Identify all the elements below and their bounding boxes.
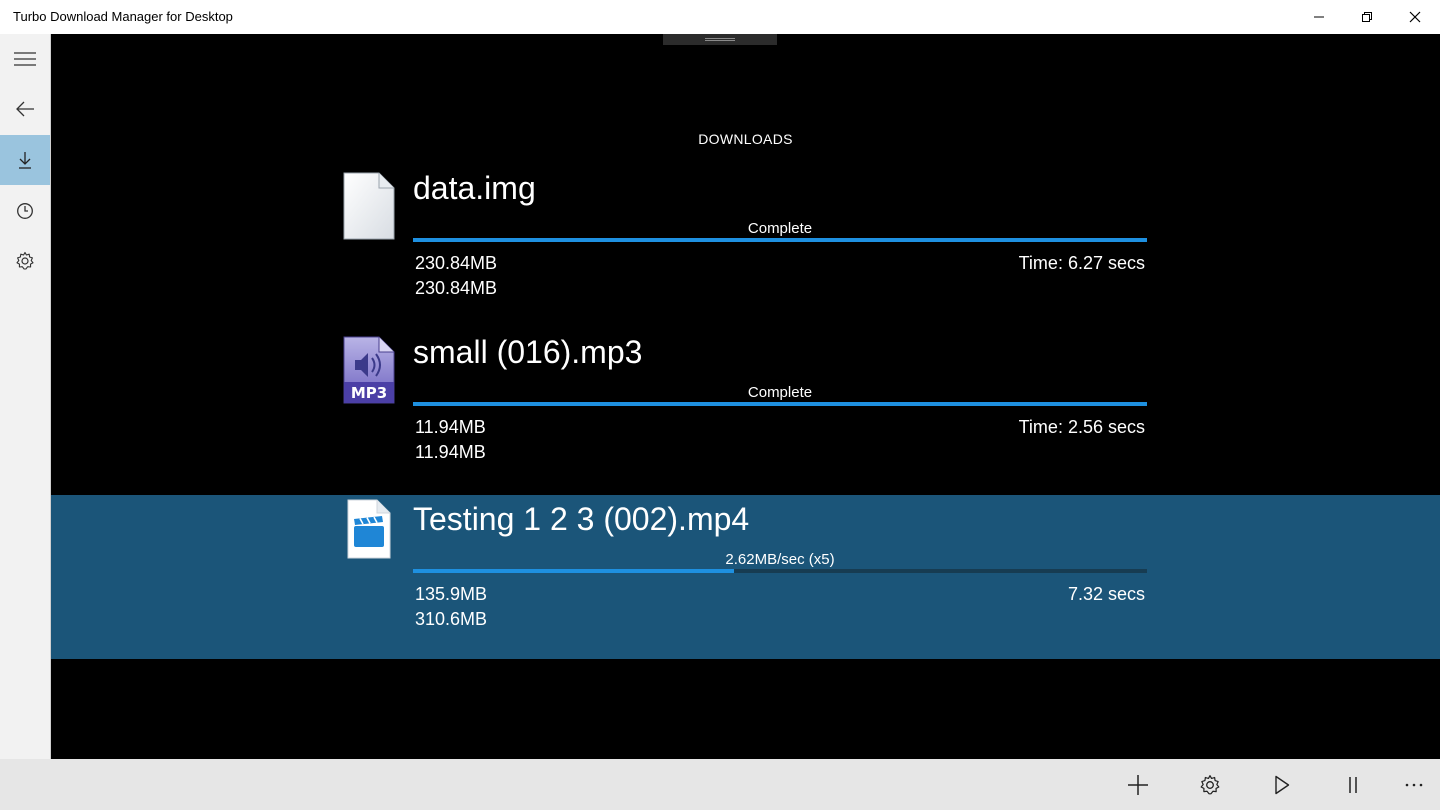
restore-icon <box>1362 12 1372 22</box>
hamburger-menu-icon <box>14 52 36 66</box>
add-icon <box>1128 775 1148 795</box>
download-status: Complete <box>747 220 813 237</box>
gear-icon <box>1200 775 1220 795</box>
title-bar: Turbo Download Manager for Desktop <box>0 0 1440 34</box>
mp3-icon-label: MP3 <box>351 384 387 402</box>
elapsed-time: Time: 6.27 secs <box>1018 253 1145 273</box>
grip-line <box>705 38 735 39</box>
gear-icon <box>16 251 34 270</box>
elapsed-time: Time: 2.56 secs <box>1018 417 1145 437</box>
hamburger-menu-button[interactable] <box>0 34 50 84</box>
download-status: 2.62MB/sec (x5) <box>725 551 835 568</box>
grip-line <box>705 40 735 41</box>
minimize-icon <box>1314 16 1324 18</box>
file-name: small (016).mp3 <box>413 334 643 370</box>
pause-icon <box>1349 777 1357 793</box>
downloaded-size: 135.9MB <box>415 584 488 604</box>
drag-handle[interactable] <box>663 34 777 45</box>
back-arrow-icon <box>16 101 34 117</box>
downloaded-size: 230.84MB <box>415 253 498 273</box>
add-download-button[interactable] <box>1118 765 1158 805</box>
progress-bar <box>413 402 1147 406</box>
progress-fill <box>413 402 1147 406</box>
more-icon <box>1405 783 1423 787</box>
file-name: Testing 1 2 3 (002).mp4 <box>413 501 750 537</box>
nav-downloads[interactable] <box>0 135 50 185</box>
progress-bar <box>413 569 1147 573</box>
play-icon <box>1275 775 1290 795</box>
total-size: 310.6MB <box>415 609 488 629</box>
close-button[interactable] <box>1392 0 1438 34</box>
pause-button[interactable] <box>1333 765 1373 805</box>
progress-fill <box>413 569 735 573</box>
file-name: data.img <box>413 170 536 206</box>
total-size: 11.94MB <box>415 442 486 462</box>
mp3-file-icon: MP3 <box>343 336 395 404</box>
download-status: Complete <box>747 384 813 401</box>
command-bar <box>0 759 1440 810</box>
minimize-button[interactable] <box>1296 0 1342 34</box>
clock-icon <box>17 203 33 219</box>
close-icon <box>1409 11 1421 23</box>
nav-history[interactable] <box>0 186 50 236</box>
download-icon <box>19 152 31 169</box>
settings-button[interactable] <box>1190 765 1230 805</box>
back-button[interactable] <box>0 84 50 134</box>
progress-bar <box>413 238 1147 242</box>
restore-button[interactable] <box>1344 0 1390 34</box>
sidebar <box>0 34 51 759</box>
more-options-button[interactable] <box>1394 765 1434 805</box>
resume-button[interactable] <box>1262 765 1302 805</box>
download-item-data-img[interactable]: data.img Complete 230.84MB 230.84MB Time… <box>51 164 1440 328</box>
generic-file-icon <box>343 172 395 240</box>
download-item-mp3[interactable]: MP3 small (016).mp3 Complete 11.94MB 11.… <box>51 328 1440 492</box>
main-panel: DOWNLOADS data.img Complete 230.84MB 230… <box>51 34 1440 759</box>
download-item-mp4[interactable]: Testing 1 2 3 (002).mp4 2.62MB/sec (x5) … <box>51 495 1440 659</box>
window-title: Turbo Download Manager for Desktop <box>13 9 233 24</box>
total-size: 230.84MB <box>415 278 498 298</box>
downloaded-size: 11.94MB <box>415 417 486 437</box>
nav-settings[interactable] <box>0 236 50 286</box>
progress-fill <box>413 238 1147 242</box>
section-title: DOWNLOADS <box>698 131 793 147</box>
elapsed-time: 7.32 secs <box>1067 584 1145 604</box>
video-file-icon <box>347 499 391 559</box>
